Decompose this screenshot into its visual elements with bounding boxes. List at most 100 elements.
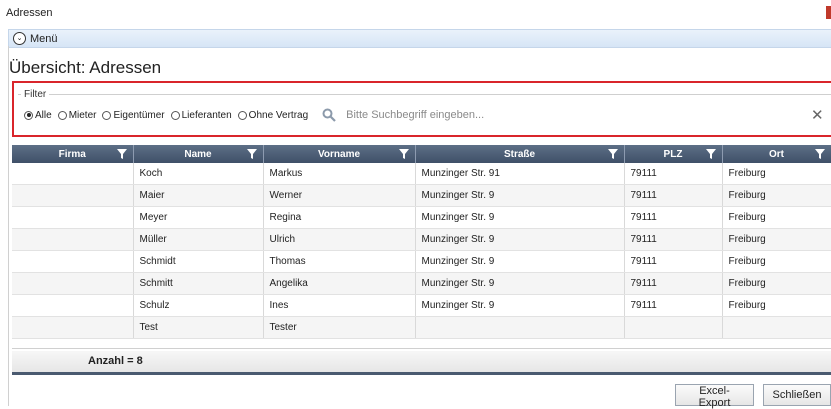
cell-firma bbox=[12, 250, 134, 273]
cell-plz: 79111 bbox=[624, 163, 723, 185]
column-header-label: Ort bbox=[769, 148, 784, 160]
cell-ort bbox=[722, 316, 831, 339]
filter-panel: Filter Alle Mieter Eigentümer Lieferante… bbox=[12, 81, 831, 137]
column-header-label: PLZ bbox=[663, 148, 683, 160]
column-header-label: Vorname bbox=[317, 148, 361, 160]
cell-plz bbox=[624, 316, 723, 339]
cell-plz: 79111 bbox=[624, 294, 723, 317]
cell-name: Koch bbox=[133, 163, 264, 185]
window-titlebar: Adressen bbox=[0, 0, 831, 27]
table-row[interactable]: Schmidt Thomas Munzinger Str. 9 79111 Fr… bbox=[12, 250, 831, 273]
record-count: Anzahl = 8 bbox=[88, 355, 143, 367]
cell-ort: Freiburg bbox=[722, 228, 831, 251]
cell-ort: Freiburg bbox=[722, 294, 831, 317]
column-header-label: Firma bbox=[58, 148, 86, 160]
cell-plz: 79111 bbox=[624, 206, 723, 229]
filter-option-label: Eigentümer bbox=[113, 109, 165, 121]
column-header-label: Straße bbox=[503, 148, 536, 160]
radio-icon bbox=[57, 110, 67, 120]
table-row[interactable]: Test Tester bbox=[12, 316, 831, 339]
cell-name: Schmidt bbox=[133, 250, 264, 273]
cell-firma bbox=[12, 294, 134, 317]
column-header-plz[interactable]: PLZ bbox=[624, 145, 723, 163]
cell-strasse: Munzinger Str. 9 bbox=[415, 272, 625, 295]
left-divider bbox=[8, 46, 9, 406]
search-icon bbox=[322, 108, 336, 122]
filter-radio-ohne-vertrag[interactable]: Ohne Vertrag bbox=[237, 109, 309, 121]
filter-radio-mieter[interactable]: Mieter bbox=[57, 109, 97, 121]
filter-funnel-icon[interactable] bbox=[116, 149, 127, 159]
table-header-row: Firma Name Vorname Straße PLZ Ort bbox=[12, 145, 831, 163]
cell-vorname: Angelika bbox=[263, 272, 416, 295]
filter-row: Alle Mieter Eigentümer Lieferanten Ohne … bbox=[24, 108, 707, 122]
cell-firma bbox=[12, 163, 134, 185]
filter-option-label: Ohne Vertrag bbox=[248, 109, 309, 121]
clear-search-icon[interactable]: ✕ bbox=[811, 108, 824, 123]
filter-radio-eigentuemer[interactable]: Eigentümer bbox=[102, 109, 165, 121]
cell-strasse: Munzinger Str. 9 bbox=[415, 228, 625, 251]
filter-legend: Filter bbox=[21, 89, 50, 100]
menu-button[interactable]: ⌄ Menü bbox=[13, 31, 58, 46]
table-row[interactable]: Schulz Ines Munzinger Str. 9 79111 Freib… bbox=[12, 294, 831, 317]
table-row[interactable]: Müller Ulrich Munzinger Str. 9 79111 Fre… bbox=[12, 228, 831, 251]
cell-plz: 79111 bbox=[624, 184, 723, 207]
filter-funnel-icon[interactable] bbox=[814, 149, 825, 159]
cell-vorname: Regina bbox=[263, 206, 416, 229]
cell-vorname: Ulrich bbox=[263, 228, 416, 251]
table-row[interactable]: Maier Werner Munzinger Str. 9 79111 Frei… bbox=[12, 184, 831, 207]
table-row[interactable]: Koch Markus Munzinger Str. 91 79111 Frei… bbox=[12, 163, 831, 185]
cell-ort: Freiburg bbox=[722, 206, 831, 229]
cell-strasse: Munzinger Str. 9 bbox=[415, 184, 625, 207]
cell-name: Maier bbox=[133, 184, 264, 207]
cell-strasse bbox=[415, 316, 625, 339]
excel-export-button[interactable]: Excel-Export bbox=[675, 384, 754, 409]
cell-vorname: Ines bbox=[263, 294, 416, 317]
close-window-icon[interactable] bbox=[826, 6, 831, 19]
close-button[interactable]: Schließen bbox=[763, 384, 831, 406]
cell-vorname: Werner bbox=[263, 184, 416, 207]
column-header-ort[interactable]: Ort bbox=[722, 145, 831, 163]
filter-radio-alle[interactable]: Alle bbox=[24, 110, 52, 121]
cell-strasse: Munzinger Str. 9 bbox=[415, 250, 625, 273]
table-row[interactable]: Meyer Regina Munzinger Str. 9 79111 Frei… bbox=[12, 206, 831, 229]
cell-vorname: Tester bbox=[263, 316, 416, 339]
cell-ort: Freiburg bbox=[722, 272, 831, 295]
cell-ort: Freiburg bbox=[722, 184, 831, 207]
cell-ort: Freiburg bbox=[722, 250, 831, 273]
cell-vorname: Thomas bbox=[263, 250, 416, 273]
cell-firma bbox=[12, 272, 134, 295]
radio-icon bbox=[237, 110, 247, 120]
column-header-name[interactable]: Name bbox=[133, 145, 264, 163]
cell-name: Müller bbox=[133, 228, 264, 251]
filter-radio-lieferanten[interactable]: Lieferanten bbox=[170, 110, 232, 121]
filter-funnel-icon[interactable] bbox=[607, 149, 618, 159]
cell-plz: 79111 bbox=[624, 228, 723, 251]
page-title: Übersicht: Adressen bbox=[9, 58, 162, 77]
filter-funnel-icon[interactable] bbox=[398, 149, 409, 159]
table-row[interactable]: Schmitt Angelika Munzinger Str. 9 79111 … bbox=[12, 272, 831, 295]
cell-name: Test bbox=[133, 316, 264, 339]
cell-firma bbox=[12, 206, 134, 229]
cell-name: Schmitt bbox=[133, 272, 264, 295]
cell-vorname: Markus bbox=[263, 163, 416, 185]
summary-bar: Anzahl = 8 bbox=[12, 351, 831, 375]
chevron-down-icon: ⌄ bbox=[13, 32, 26, 45]
cell-strasse: Munzinger Str. 9 bbox=[415, 294, 625, 317]
column-header-firma[interactable]: Firma bbox=[12, 145, 134, 163]
filter-option-label: Alle bbox=[35, 109, 52, 121]
grid-footer-divider bbox=[12, 348, 831, 349]
cell-firma bbox=[12, 316, 134, 339]
radio-icon bbox=[170, 110, 180, 120]
column-header-vorname[interactable]: Vorname bbox=[263, 145, 416, 163]
cell-firma bbox=[12, 184, 134, 207]
filter-funnel-icon[interactable] bbox=[246, 149, 257, 159]
column-header-strasse[interactable]: Straße bbox=[415, 145, 625, 163]
filter-option-label: Mieter bbox=[68, 109, 97, 121]
filter-funnel-icon[interactable] bbox=[705, 149, 716, 159]
cell-plz: 79111 bbox=[624, 272, 723, 295]
cell-ort: Freiburg bbox=[722, 163, 831, 185]
search-input[interactable] bbox=[346, 109, 707, 121]
cell-plz: 79111 bbox=[624, 250, 723, 273]
radio-selected-icon bbox=[24, 110, 33, 120]
cell-firma bbox=[12, 228, 134, 251]
